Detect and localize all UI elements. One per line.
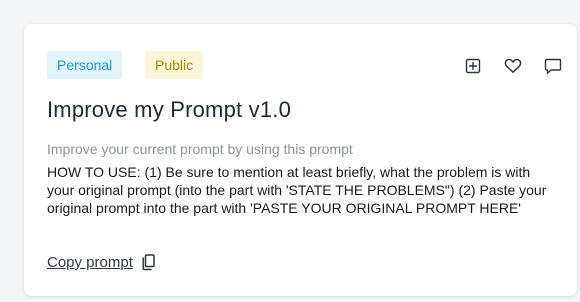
prompt-card: Personal Public Improve my Prompt v1.0 I… (24, 24, 577, 296)
card-actions (463, 54, 563, 78)
comment-button[interactable] (543, 56, 563, 76)
prompt-title: Improve my Prompt v1.0 (47, 97, 292, 122)
copy-prompt-link[interactable]: Copy prompt (47, 254, 133, 271)
public-badge: Public (145, 51, 204, 79)
personal-badge: Personal (47, 51, 123, 79)
prompt-description: HOW TO USE: (1) Be sure to mention at le… (47, 164, 547, 216)
comment-icon (544, 58, 562, 74)
add-to-collection-button[interactable] (463, 56, 483, 76)
plus-square-icon (465, 58, 481, 74)
prompt-subtitle: Improve your current prompt by using thi… (47, 141, 353, 157)
favorite-button[interactable] (503, 56, 523, 76)
copy-icon[interactable] (141, 254, 155, 271)
heart-icon (504, 58, 522, 73)
copy-prompt-button[interactable]: Copy prompt (47, 254, 155, 271)
